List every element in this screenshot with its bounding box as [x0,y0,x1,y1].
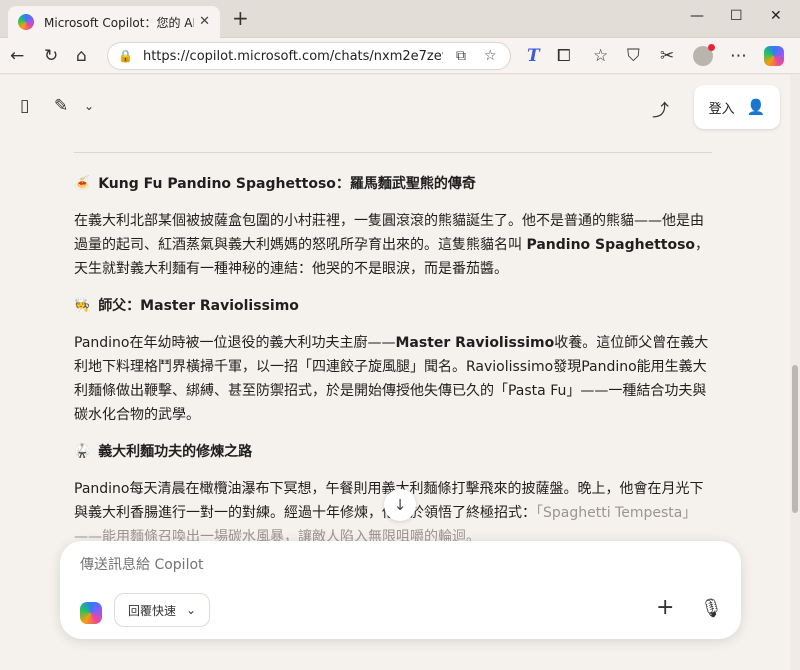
login-button[interactable]: 登入 👤 [694,85,780,129]
section-heading: 🧑‍🍳 師父：Master Raviolissimo [74,295,714,317]
paragraph: Pandino在年幼時被一位退役的義大利功夫主廚——Master Ravioli… [74,331,714,427]
profile-avatar-icon[interactable] [693,44,715,66]
section-title: 師父：Master Raviolissimo [98,298,299,314]
new-tab-button[interactable]: + [232,8,249,28]
microphone-icon[interactable]: 🎙 [700,598,723,619]
scrollbar-thumb[interactable] [792,365,798,513]
close-window-button[interactable]: ✕ [770,8,782,24]
open-in-app-icon[interactable]: ⧉ [456,48,466,64]
section-heading: 🥋 義大利麵功夫的修煉之路 [74,441,714,463]
divider [74,152,712,153]
shield-icon[interactable]: ⛉ [627,46,640,66]
scroll-down-button[interactable]: ↓ [384,489,416,521]
page-scrollbar[interactable] [790,75,800,670]
add-attachment-button[interactable]: + [656,597,674,619]
browser-toolbar: ← ↻ ⌂ 🔒 https://copilot.microsoft.com/ch… [0,38,800,74]
paragraph: 在義大利北部某個被披薩盒包圍的小村莊裡，一隻圓滾滾的熊貓誕生了。他不是普通的熊貓… [74,209,714,281]
section-title: Kung Fu Pandino Spaghettoso：羅馬麵武聖熊的傳奇 [98,176,476,192]
close-tab-icon[interactable]: ✕ [199,14,210,29]
sidebar-toggle-icon[interactable]: ▯ [20,96,29,116]
tab-strip: Microsoft Copilot：您的 AI 小幫手 ✕ + — ☐ ✕ [0,0,800,38]
refresh-icon[interactable]: ↻ [44,46,58,66]
copilot-favicon-icon [18,14,34,30]
spaghetti-emoji-icon: 🍝 [74,176,91,191]
message-composer: 回覆快速 ⌄ + 🎙 [60,541,741,639]
login-label: 登入 [708,101,735,117]
tab-title: Microsoft Copilot：您的 AI 小幫手 [44,15,194,30]
user-icon: 👤 [746,98,766,116]
extensions-icon[interactable]: ⧠ [557,46,571,66]
chef-emoji-icon: 🧑‍🍳 [74,298,91,313]
paragraph-text: Pandino在年幼時被一位退役的義大利功夫主廚—— [74,335,396,351]
minimize-window-button[interactable]: — [690,8,704,24]
share-icon[interactable]: ⤴ [652,96,669,121]
screenshot-icon[interactable]: ✂ [660,46,674,66]
browser-tab-copilot[interactable]: Microsoft Copilot：您的 AI 小幫手 ✕ [8,6,220,38]
martial-arts-emoji-icon: 🥋 [74,444,91,459]
translate-icon[interactable]: T [527,46,540,66]
copilot-logo-icon [80,602,102,624]
more-options-icon[interactable]: ⋯ [730,46,747,66]
maximize-window-button[interactable]: ☐ [730,8,743,24]
section-heading: 🍝 Kung Fu Pandino Spaghettoso：羅馬麵武聖熊的傳奇 [74,173,714,195]
paragraph-bold-text: Pandino Spaghettoso [526,237,696,253]
section-title: 義大利麵功夫的修煉之路 [98,444,253,460]
chevron-down-icon: ⌄ [185,603,197,617]
new-chat-icon[interactable]: ✎ [54,96,68,116]
paragraph-bold-text: Master Raviolissimo [395,335,555,351]
copilot-page: ▯ ✎ ⌄ ⤴ 登入 👤 🍝 Kung Fu Pandino Spaghetto… [0,75,800,670]
lock-icon[interactable]: 🔒 [118,49,133,63]
response-mode-label: 回覆快速 [127,603,176,618]
copilot-sidebar-icon[interactable] [764,46,784,66]
arrow-down-icon: ↓ [393,496,407,514]
home-icon[interactable]: ⌂ [76,46,87,66]
address-bar[interactable]: 🔒 https://copilot.microsoft.com/chats/nx… [107,42,511,70]
message-input[interactable] [80,557,640,573]
address-url[interactable]: https://copilot.microsoft.com/chats/nxm2… [143,49,443,64]
favorite-star-icon[interactable]: ☆ [484,48,497,64]
chevron-down-icon[interactable]: ⌄ [84,99,94,113]
favorites-icon[interactable]: ☆ [593,46,608,66]
response-mode-dropdown[interactable]: 回覆快速 ⌄ [114,593,210,627]
back-icon[interactable]: ← [10,46,24,66]
